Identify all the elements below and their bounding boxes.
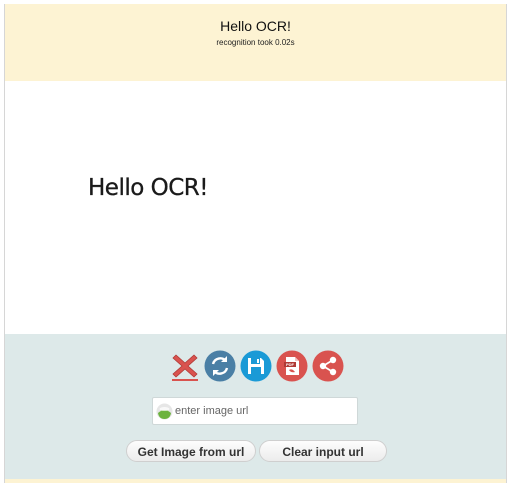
controls-panel: PDF enter image url Get Image from url C… (5, 334, 506, 479)
save-icon[interactable] (240, 350, 272, 382)
url-field[interactable] (152, 397, 358, 425)
refresh-icon[interactable] (204, 350, 236, 382)
page-title: Hello OCR! (220, 18, 291, 34)
get-image-button[interactable]: Get Image from url (126, 440, 256, 462)
delete-icon[interactable] (169, 350, 201, 382)
globe-icon (156, 403, 173, 420)
app-frame: Hello OCR! recognition took 0.02s Hello … (4, 4, 507, 483)
source-image-text: Hello OCR! (88, 175, 209, 201)
recognition-time: recognition took 0.02s (216, 38, 295, 47)
pdf-icon[interactable]: PDF (276, 350, 308, 382)
image-url-input[interactable] (175, 401, 355, 421)
clear-input-button[interactable]: Clear input url (259, 440, 387, 462)
svg-text:PDF: PDF (286, 362, 295, 367)
image-canvas: Hello OCR! (5, 81, 506, 334)
share-icon[interactable] (312, 350, 344, 382)
footer-strip (5, 479, 506, 483)
header: Hello OCR! recognition took 0.02s (5, 4, 506, 81)
